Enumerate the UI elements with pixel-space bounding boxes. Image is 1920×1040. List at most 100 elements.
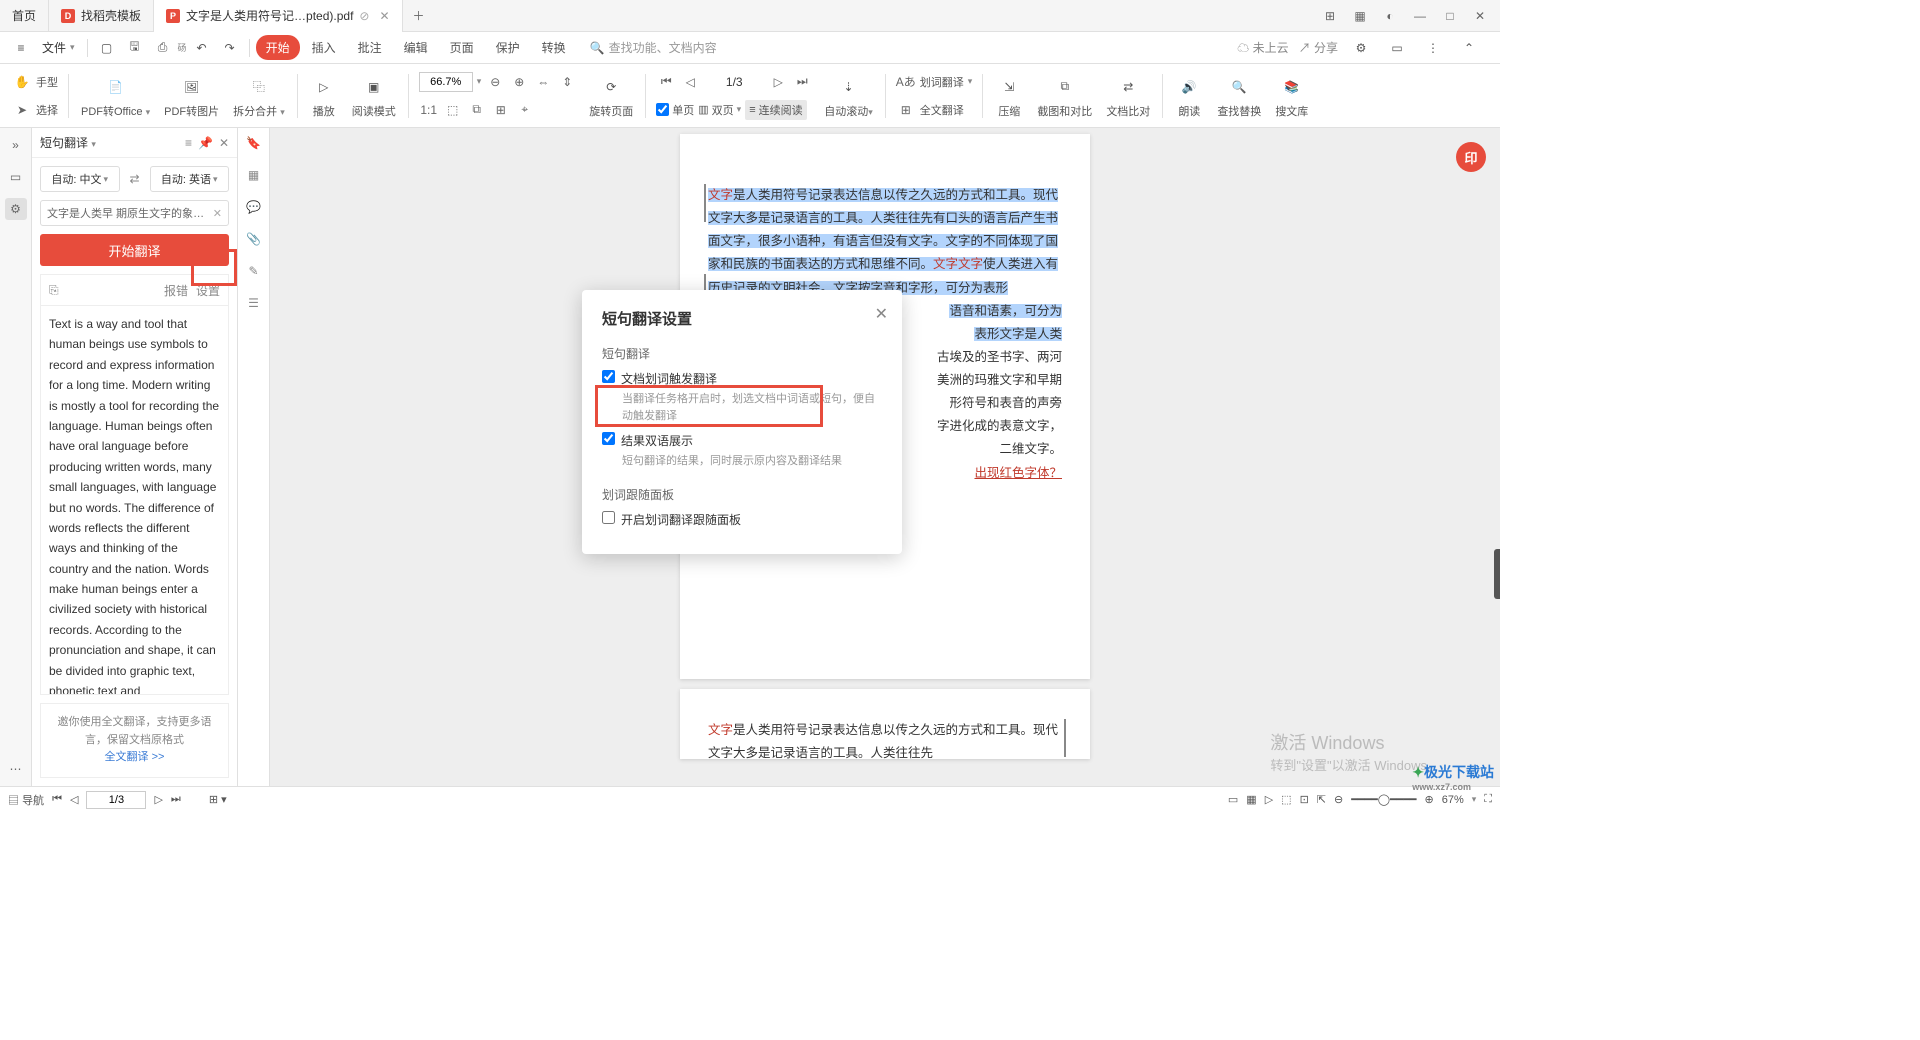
pin-icon[interactable]: 📌 bbox=[198, 136, 213, 150]
red-text-link[interactable]: 出现红色字体？ bbox=[974, 466, 1062, 480]
page-indicator[interactable]: 1/3 bbox=[704, 75, 764, 89]
save-icon[interactable]: 🖫 bbox=[122, 36, 148, 60]
select-tool[interactable]: ➤选择 bbox=[12, 97, 58, 123]
menu-convert[interactable]: 转换 bbox=[532, 35, 576, 60]
attachment-icon[interactable]: 📎 bbox=[245, 230, 263, 248]
word-translate[interactable]: Aあ划词翻译▾ bbox=[896, 69, 973, 95]
new-tab-button[interactable]: ＋ bbox=[403, 7, 435, 24]
single-page-option[interactable]: 单页 bbox=[656, 102, 694, 118]
translate-button[interactable]: 开始翻译 bbox=[40, 234, 229, 266]
actual-size-icon[interactable]: 1:1 bbox=[419, 100, 439, 120]
bookmark-icon[interactable]: 🔖 bbox=[245, 134, 263, 152]
floating-action-button[interactable]: 印 bbox=[1456, 142, 1486, 172]
continuous-option[interactable]: ≡ 连续阅读 bbox=[745, 100, 806, 120]
auto-scroll[interactable]: ⇣自动滚动▾ bbox=[818, 73, 879, 119]
close-panel-icon[interactable]: ✕ bbox=[219, 136, 229, 150]
rail-arrow-icon[interactable]: » bbox=[5, 134, 27, 156]
read-aloud[interactable]: 🔊朗读 bbox=[1169, 73, 1209, 119]
status-next-icon[interactable]: ▷ bbox=[154, 793, 162, 806]
status-tool1-icon[interactable]: ▭ bbox=[1228, 793, 1238, 806]
zoom-input[interactable] bbox=[419, 72, 473, 92]
right-drag-handle[interactable] bbox=[1494, 549, 1500, 599]
status-prev-icon[interactable]: ◁ bbox=[70, 793, 78, 806]
target-lang-select[interactable]: 自动: 英语 ▾ bbox=[150, 166, 230, 192]
ruler-icon[interactable]: ⧉ bbox=[467, 100, 487, 120]
snap-icon[interactable]: ⌖ bbox=[515, 100, 535, 120]
minimize-button[interactable]: — bbox=[1406, 4, 1434, 28]
maximize-button[interactable]: □ bbox=[1436, 4, 1464, 28]
user-avatar-icon[interactable]: ◐ bbox=[1376, 4, 1404, 28]
copy-icon[interactable]: ⎘ bbox=[49, 283, 59, 298]
close-button[interactable]: ✕ bbox=[1466, 4, 1494, 28]
tab-templates[interactable]: D 找稻壳模板 bbox=[49, 0, 154, 32]
rail-translate-icon[interactable]: ⚙ bbox=[5, 198, 27, 220]
rail-more-icon[interactable]: ⋯ bbox=[5, 758, 27, 780]
next-page-icon[interactable]: ▷ bbox=[768, 72, 788, 92]
view-mode-icon[interactable]: ⊞ ▾ bbox=[209, 793, 227, 806]
zoom-in-icon[interactable]: ⊕ bbox=[509, 72, 529, 92]
read-mode[interactable]: ▣阅读模式 bbox=[346, 73, 402, 119]
clear-input-icon[interactable]: ✕ bbox=[213, 207, 222, 220]
settings-link[interactable]: 设置 bbox=[196, 282, 220, 299]
status-tool5-icon[interactable]: ⊡ bbox=[1300, 793, 1309, 806]
crop-icon[interactable]: ⬚ bbox=[443, 100, 463, 120]
hand-tool[interactable]: ✋手型 bbox=[12, 69, 58, 95]
hamburger-icon[interactable]: ≡ bbox=[8, 36, 34, 60]
status-last-icon[interactable]: ⏭ bbox=[171, 793, 181, 806]
fit-page-icon[interactable]: ⇕ bbox=[557, 72, 577, 92]
cloud-status[interactable]: ☁ 未上云 bbox=[1237, 39, 1288, 56]
list-icon[interactable]: ≡ bbox=[185, 136, 192, 150]
grid-icon[interactable]: ⊞ bbox=[491, 100, 511, 120]
undo-icon[interactable]: ↶ bbox=[189, 36, 215, 60]
status-tool6-icon[interactable]: ⇱ bbox=[1317, 793, 1326, 806]
tab-document[interactable]: P 文字是人类用符号记…pted).pdf ⊘ ✕ bbox=[154, 0, 403, 32]
menu-start[interactable]: 开始 bbox=[256, 35, 300, 60]
screenshot-compare[interactable]: ⧉截图和对比 bbox=[1031, 73, 1098, 119]
status-zoom-value[interactable]: 67% bbox=[1442, 794, 1464, 806]
pdf-to-image[interactable]: 🖼PDF转图片 bbox=[158, 73, 225, 119]
last-page-icon[interactable]: ⏭ bbox=[792, 72, 812, 92]
signature-icon[interactable]: ✎ bbox=[245, 262, 263, 280]
status-first-icon[interactable]: ⏮ bbox=[52, 793, 62, 806]
status-tool3-icon[interactable]: ▷ bbox=[1265, 793, 1273, 806]
split-merge[interactable]: ⿻拆分合并 ▾ bbox=[227, 73, 291, 119]
double-page-option[interactable]: ▥ 双页▾ bbox=[698, 102, 741, 118]
compress[interactable]: ⇲压缩 bbox=[989, 73, 1029, 119]
status-fullscreen-icon[interactable]: ⛶ bbox=[1484, 793, 1492, 806]
report-link[interactable]: 报错 bbox=[164, 282, 188, 299]
prev-page-icon[interactable]: ◁ bbox=[680, 72, 700, 92]
rail-read-icon[interactable]: ▭ bbox=[5, 166, 27, 188]
menu-protect[interactable]: 保护 bbox=[486, 35, 530, 60]
share-button[interactable]: ↗ 分享 bbox=[1299, 39, 1338, 56]
find-replace[interactable]: 🔍查找替换 bbox=[1211, 73, 1267, 119]
window-mode-icon[interactable]: ▭ bbox=[1384, 36, 1410, 60]
search-box[interactable]: 🔍 查找功能、文档内容 bbox=[590, 39, 717, 56]
status-page-input[interactable] bbox=[86, 791, 146, 809]
status-tool4-icon[interactable]: ⬚ bbox=[1281, 793, 1291, 806]
layout-icon[interactable]: ⊞ bbox=[1316, 4, 1344, 28]
tab-home[interactable]: 首页 bbox=[0, 0, 49, 32]
settings-icon[interactable]: ⚙ bbox=[1348, 36, 1374, 60]
layers-icon[interactable]: ☰ bbox=[245, 294, 263, 312]
play-button[interactable]: ▷播放 bbox=[304, 73, 344, 119]
tab-close-icon[interactable]: ✕ bbox=[379, 9, 389, 23]
option-bilingual[interactable]: 结果双语展示 bbox=[602, 432, 882, 449]
menu-insert[interactable]: 插入 bbox=[302, 35, 346, 60]
source-lang-select[interactable]: 自动: 中文 ▾ bbox=[40, 166, 120, 192]
file-menu[interactable]: 文件▾ bbox=[36, 39, 81, 56]
doc-compare[interactable]: ⇄文档比对 bbox=[1100, 73, 1156, 119]
zoom-out-icon[interactable]: ⊖ bbox=[485, 72, 505, 92]
option-follow-panel[interactable]: 开启划词翻译跟随面板 bbox=[602, 511, 882, 528]
open-icon[interactable]: ▢ bbox=[94, 36, 120, 60]
fit-width-icon[interactable]: ⇔ bbox=[533, 72, 553, 92]
status-zoom-out-icon[interactable]: ⊖ bbox=[1334, 793, 1343, 806]
print-icon[interactable]: ⎙ bbox=[150, 36, 176, 60]
rotate-page[interactable]: ⟳旋转页面 bbox=[583, 73, 639, 119]
status-tool2-icon[interactable]: ▦ bbox=[1246, 793, 1256, 806]
first-page-icon[interactable]: ⏮ bbox=[656, 72, 676, 92]
search-library[interactable]: 📚搜文库 bbox=[1269, 73, 1314, 119]
more-icon[interactable]: ⋮ bbox=[1420, 36, 1446, 60]
source-text-input[interactable]: 文字是人类早 期原生文字的象形文字， ✕ bbox=[40, 200, 229, 226]
pdf-page-2[interactable]: 文字是人类用符号记录表达信息以传之久远的方式和工具。现代文字大多是记录语言的工具… bbox=[680, 689, 1090, 759]
pdf-to-office[interactable]: 📄PDF转Office ▾ bbox=[75, 73, 156, 119]
